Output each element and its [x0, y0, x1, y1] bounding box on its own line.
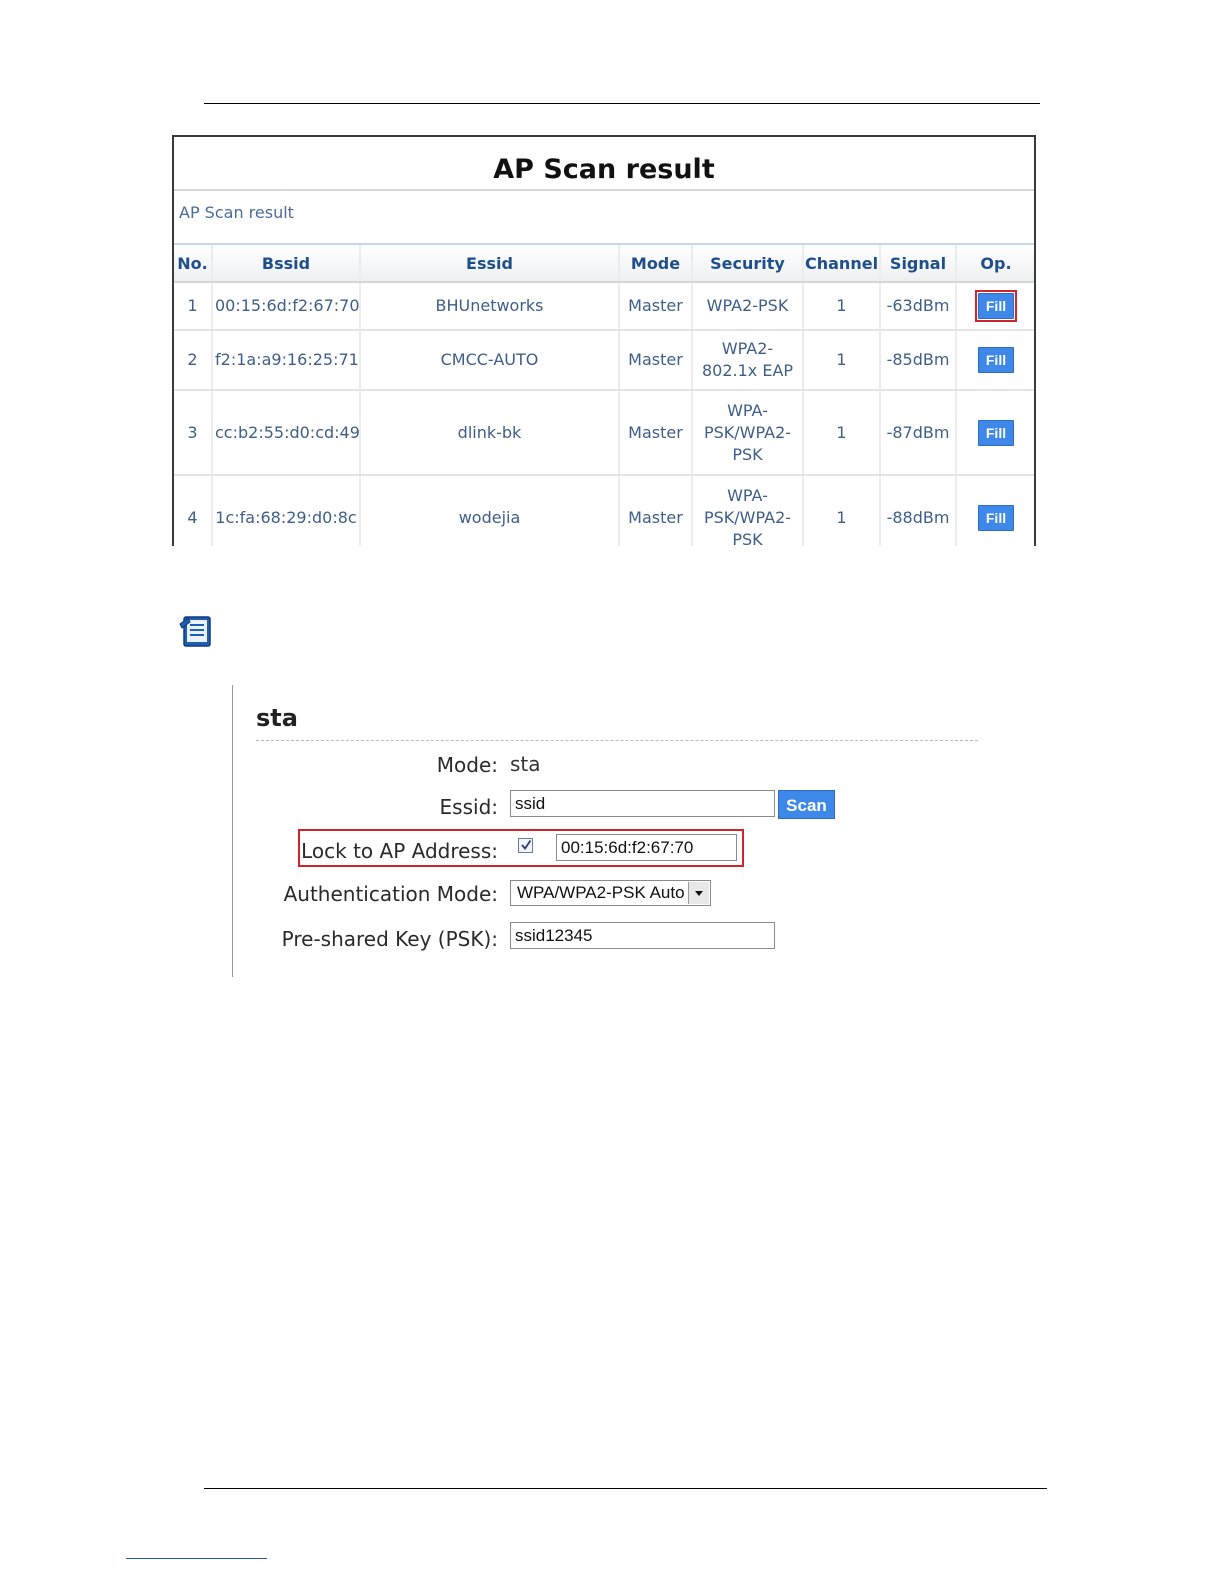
- notepad-icon: [178, 614, 214, 648]
- cell-mode: Master: [619, 330, 693, 391]
- cell-security: WPA-PSK/WPA2-PSK: [692, 390, 804, 476]
- cell-no: 3: [174, 390, 213, 476]
- cell-no: 1: [174, 282, 213, 331]
- cell-security: WPA2-PSK: [692, 282, 804, 331]
- column-header-bssid: Bssid: [212, 245, 361, 283]
- column-header-signal: Signal: [880, 245, 957, 283]
- fill-button[interactable]: Fill: [978, 293, 1014, 319]
- cell-bssid: 00:15:6d:f2:67:70: [212, 282, 361, 331]
- scan-results-table: No. Bssid Essid Mode Security Channel Si…: [174, 245, 1034, 546]
- table-row: 1 00:15:6d:f2:67:70 BHUnetworks Master W…: [174, 282, 1034, 331]
- column-header-mode: Mode: [619, 245, 693, 283]
- column-header-op: Op.: [956, 245, 1034, 283]
- mode-label: Mode:: [436, 753, 498, 777]
- table-row: 2 f2:1a:a9:16:25:71 CMCC-AUTO Master WPA…: [174, 330, 1034, 391]
- cell-mode: Master: [619, 282, 693, 331]
- cell-op: Fill: [956, 330, 1034, 391]
- page-footer-rule: [204, 1488, 1047, 1489]
- column-header-no: No.: [174, 245, 213, 283]
- mode-value: sta: [510, 752, 541, 776]
- essid-input[interactable]: ssid: [510, 790, 775, 817]
- lock-ap-label: Lock to AP Address:: [301, 839, 498, 863]
- cell-no: 2: [174, 330, 213, 391]
- cell-essid: CMCC-AUTO: [360, 330, 620, 391]
- cell-signal: -63dBm: [880, 282, 957, 331]
- table-row: 4 1c:fa:68:29:d0:8c wodejia Master WPA-P…: [174, 475, 1034, 546]
- cell-bssid: cc:b2:55:d0:cd:49: [212, 390, 361, 476]
- essid-label: Essid:: [439, 795, 498, 819]
- fill-button[interactable]: Fill: [978, 419, 1014, 446]
- cell-signal: -87dBm: [880, 390, 957, 476]
- cell-mode: Master: [619, 475, 693, 546]
- psk-input[interactable]: ssid12345: [510, 922, 775, 949]
- column-header-channel: Channel: [803, 245, 881, 283]
- sta-section-divider: [256, 740, 978, 741]
- chevron-down-icon[interactable]: [688, 882, 709, 904]
- cell-op: Fill: [956, 390, 1034, 476]
- column-header-security: Security: [692, 245, 804, 283]
- fill-button[interactable]: Fill: [978, 505, 1014, 531]
- cell-no: 4: [174, 475, 213, 546]
- cell-op: Fill: [956, 475, 1034, 546]
- sta-panel-border: [232, 685, 233, 977]
- psk-label: Pre-shared Key (PSK):: [281, 927, 498, 951]
- cell-bssid: 1c:fa:68:29:d0:8c: [212, 475, 361, 546]
- cell-channel: 1: [803, 475, 881, 546]
- cell-signal: -85dBm: [880, 330, 957, 391]
- cell-mode: Master: [619, 390, 693, 476]
- cell-essid: wodejia: [360, 475, 620, 546]
- ap-scan-panel: AP Scan result AP Scan result No. Bssid …: [172, 135, 1036, 546]
- table-header-row: No. Bssid Essid Mode Security Channel Si…: [174, 245, 1034, 283]
- lock-ap-checkbox[interactable]: [518, 838, 533, 853]
- cell-bssid: f2:1a:a9:16:25:71: [212, 330, 361, 391]
- table-row: 3 cc:b2:55:d0:cd:49 dlink-bk Master WPA-…: [174, 390, 1034, 476]
- cell-signal: -88dBm: [880, 475, 957, 546]
- fill-button[interactable]: Fill: [978, 347, 1014, 373]
- scan-panel-title: AP Scan result: [174, 137, 1034, 191]
- auth-mode-value: WPA/WPA2-PSK Auto: [517, 883, 685, 902]
- sta-section-title: sta: [256, 704, 298, 732]
- cell-security: WPA-PSK/WPA2-PSK: [692, 475, 804, 546]
- footer-link-underline: [126, 1558, 267, 1559]
- checkmark-icon: [521, 839, 532, 850]
- cell-essid: BHUnetworks: [360, 282, 620, 331]
- auth-mode-label: Authentication Mode:: [283, 882, 498, 906]
- cell-op: Fill: [956, 282, 1034, 331]
- cell-channel: 1: [803, 390, 881, 476]
- fill-highlight-box: Fill: [975, 290, 1017, 322]
- auth-mode-select[interactable]: WPA/WPA2-PSK Auto: [510, 880, 711, 906]
- cell-channel: 1: [803, 330, 881, 391]
- page-header-rule: [204, 103, 1040, 104]
- cell-channel: 1: [803, 282, 881, 331]
- cell-security: WPA2-802.1x EAP: [692, 330, 804, 391]
- lock-ap-address-input[interactable]: 00:15:6d:f2:67:70: [556, 834, 737, 861]
- scan-button[interactable]: Scan: [778, 790, 835, 819]
- cell-essid: dlink-bk: [360, 390, 620, 476]
- scan-panel-subtitle: AP Scan result: [174, 191, 1034, 245]
- column-header-essid: Essid: [360, 245, 620, 283]
